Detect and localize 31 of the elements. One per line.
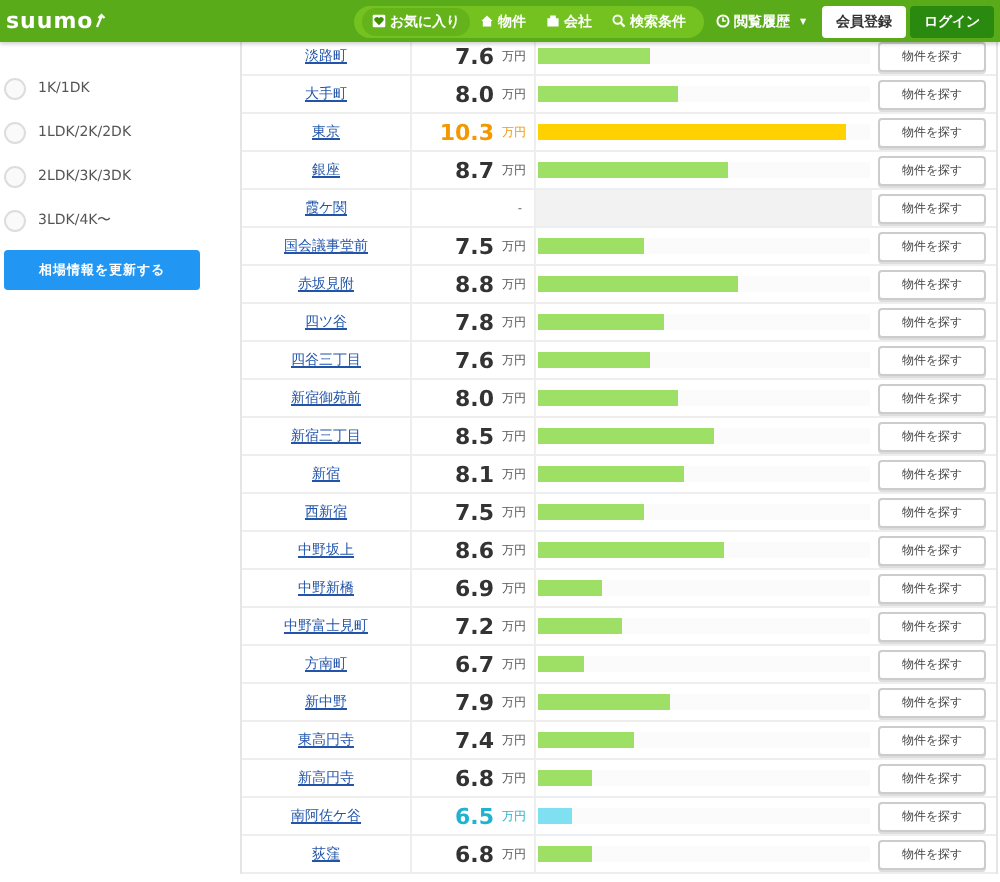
radio-button[interactable]	[4, 77, 26, 99]
house-icon	[480, 14, 494, 28]
rent-price: 6.8	[455, 765, 494, 791]
rent-price: 6.8	[455, 841, 494, 867]
rent-price: 8.8	[455, 271, 494, 297]
rent-price: 10.3	[439, 119, 494, 145]
arrow-icon	[93, 12, 106, 30]
building-icon	[546, 14, 560, 28]
clock-icon	[716, 14, 730, 28]
rent-price: 7.8	[455, 309, 494, 335]
rent-price: 7.5	[455, 233, 494, 259]
rent-price: 7.5	[455, 499, 494, 525]
radio-button[interactable]	[4, 165, 26, 187]
rent-price: 8.7	[455, 157, 494, 183]
rent-price: 6.9	[455, 575, 494, 601]
rent-price: 8.6	[455, 537, 494, 563]
rent-price: 7.6	[455, 43, 494, 69]
search-icon	[612, 14, 626, 28]
rent-price: 8.1	[455, 461, 494, 487]
rent-price: 7.9	[455, 689, 494, 715]
radio-button[interactable]	[4, 209, 26, 231]
rent-price: 6.7	[455, 651, 494, 677]
heart-icon	[372, 14, 386, 28]
rent-price: 7.4	[455, 727, 494, 753]
rent-price: 7.6	[455, 347, 494, 373]
rent-price: 8.5	[455, 423, 494, 449]
radio-button[interactable]	[4, 121, 26, 143]
rent-price: 8.0	[455, 385, 494, 411]
rent-price: 6.5	[455, 803, 494, 829]
rent-price: 7.2	[455, 613, 494, 639]
rent-price: 8.0	[455, 81, 494, 107]
